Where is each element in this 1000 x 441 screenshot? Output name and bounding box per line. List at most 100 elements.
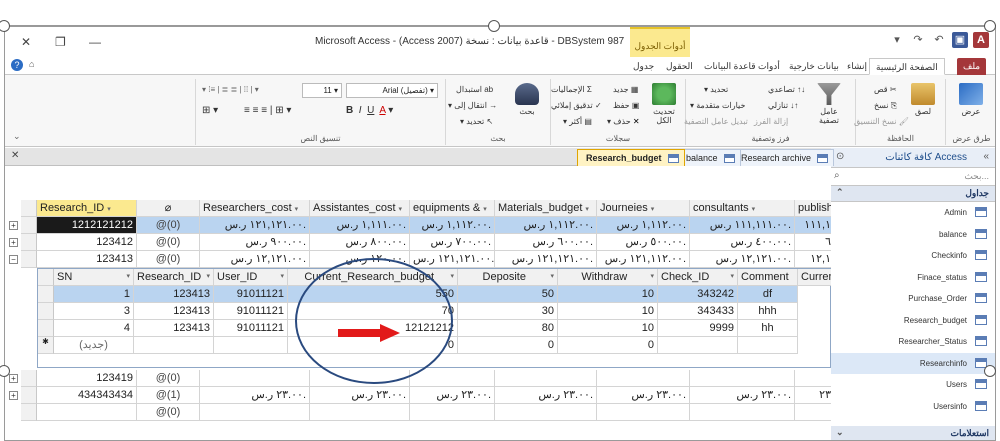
currency-cell[interactable] [597, 370, 690, 387]
tab-fields[interactable]: الحقول [660, 58, 699, 75]
paste-button[interactable]: لصق [908, 83, 938, 116]
record-selector[interactable]: ✱ [38, 337, 54, 354]
nav-item-researcher-status[interactable]: Researcher_Status [830, 331, 995, 353]
column-header[interactable]: Materials_budget ▾ [495, 200, 597, 217]
currency-cell[interactable] [495, 370, 597, 387]
column-header[interactable]: Assistantes_cost ▾ [310, 200, 410, 217]
currency-cell[interactable] [200, 404, 310, 421]
alignment-controls[interactable]: ≡ ≡ ≡ | ⊞ ▾ [244, 105, 291, 116]
attachment-cell[interactable]: @(0) [137, 370, 200, 387]
sub-table-cell[interactable]: 10 [558, 286, 658, 303]
sub-table-cell[interactable]: 9999 [658, 320, 738, 337]
record-selector[interactable] [21, 217, 37, 234]
currency-cell[interactable]: ٢٣ [795, 387, 831, 404]
column-dropdown-icon[interactable]: ▾ [450, 269, 454, 285]
minimize-icon[interactable]: — [89, 35, 101, 49]
totals-button[interactable]: الإجماليات Σ [551, 85, 592, 94]
nav-section-tables[interactable]: جداول ⌃ [830, 186, 995, 202]
currency-cell[interactable] [410, 370, 495, 387]
currency-cell[interactable] [310, 404, 410, 421]
nav-item-users[interactable]: Users [830, 374, 995, 396]
attachment-cell[interactable]: @(0) [137, 234, 200, 251]
sub-table-cell[interactable]: 80 [458, 320, 558, 337]
undo-icon[interactable]: ↶ [931, 32, 947, 48]
column-dropdown-icon[interactable]: ▾ [126, 269, 130, 285]
advanced-button[interactable]: ▾ خيارات متقدمة [690, 101, 745, 110]
nav-collapse-icon[interactable]: « [983, 151, 989, 162]
remove-sort-button[interactable]: إزالة الفرز [754, 117, 788, 126]
column-dropdown-icon[interactable]: ▾ [550, 269, 554, 285]
currency-cell[interactable] [690, 370, 795, 387]
currency-cell[interactable] [410, 404, 495, 421]
column-header[interactable]: Research_ID ▾ [37, 200, 137, 217]
save-record-button[interactable]: حفظ ▣ [613, 101, 639, 110]
restore-icon[interactable]: ❐ [55, 35, 66, 49]
sub-table-cell[interactable] [214, 337, 288, 354]
sub-table-cell[interactable]: 4 [54, 320, 134, 337]
font-size-select[interactable]: 11 ▾ [302, 83, 342, 98]
tab-file[interactable]: ملف [957, 58, 987, 75]
doc-tab-research-budget[interactable]: Research_budget [577, 149, 685, 166]
column-dropdown-icon[interactable]: ▾ [650, 269, 654, 285]
record-selector[interactable] [21, 251, 37, 268]
sub-table-cell[interactable]: 91011121 [214, 303, 288, 320]
tab-table[interactable]: جدول [627, 58, 660, 75]
research-id-cell[interactable]: 123419 [37, 370, 137, 387]
currency-cell[interactable]: ٢٣.٠٠ ر.س. [597, 387, 690, 404]
nav-section-queries[interactable]: استعلامات ⌄ [830, 426, 995, 440]
research-id-cell[interactable]: 434343434 [37, 387, 137, 404]
currency-cell[interactable]: ١٢,١٢١.٠٠ ر.س. [200, 251, 310, 268]
bold-italic-underline[interactable]: B I U A ▾ [346, 105, 393, 116]
gridlines-control[interactable]: ⊞ ▾ [202, 105, 218, 116]
column-dropdown-icon[interactable]: ▾ [295, 206, 299, 213]
column-header[interactable]: publishin [795, 200, 831, 217]
sub-select-all-corner[interactable] [38, 269, 54, 286]
sub-table-cell[interactable]: 10 [558, 320, 658, 337]
new-record-button[interactable]: جديد ▦ [613, 85, 638, 94]
currency-cell[interactable]: ١٢١,١٢١.٠٠ ر.س. [410, 251, 495, 268]
nav-item-checkinfo[interactable]: Checkinfo [830, 245, 995, 267]
tab-external-data[interactable]: بيانات خارجية [783, 58, 845, 75]
sub-column-header[interactable]: Withdraw ▾ [558, 269, 658, 286]
record-selector[interactable] [38, 286, 54, 303]
sub-table-cell[interactable]: 3 [54, 303, 134, 320]
close-document-icon[interactable]: ✕ [11, 150, 19, 161]
currency-cell[interactable]: ٤٠٠.٠٠ ر.س. [690, 234, 795, 251]
redo-icon[interactable]: ↷ [910, 32, 926, 48]
sub-table-cell[interactable] [738, 337, 798, 354]
currency-cell[interactable]: ٨٠٠.٠٠ ر.س. [310, 234, 410, 251]
nav-menu-icon[interactable]: ⊙ [836, 151, 844, 162]
sub-table-cell[interactable]: hh [738, 320, 798, 337]
sub-table-cell[interactable] [658, 337, 738, 354]
currency-cell[interactable] [597, 404, 690, 421]
save-icon[interactable]: ▣ [952, 32, 968, 48]
currency-cell[interactable]: ٢٣.٠٠ ر.س. [200, 387, 310, 404]
column-header[interactable]: ⌀ [137, 200, 200, 217]
help-icon[interactable]: ? [11, 59, 23, 71]
selection-button[interactable]: ▾ تحديد [704, 85, 728, 94]
expand-row-icon[interactable]: + [9, 391, 18, 400]
currency-cell[interactable]: ٢٣.٠٠ ر.س. [495, 387, 597, 404]
currency-cell[interactable]: ٦ [795, 234, 831, 251]
research-id-cell[interactable]: 123413 [37, 251, 137, 268]
expand-row-icon[interactable]: + [9, 374, 18, 383]
currency-cell[interactable] [690, 404, 795, 421]
currency-cell[interactable]: ٢٣.٠٠ ر.س. [690, 387, 795, 404]
currency-cell[interactable]: ١١١,١١١.٠٠ ر.س. [690, 217, 795, 234]
column-dropdown-icon[interactable]: ▾ [399, 206, 403, 213]
research-id-cell[interactable] [37, 404, 137, 421]
column-header[interactable]: Researchers_cost ▾ [200, 200, 310, 217]
record-selector[interactable] [21, 234, 37, 251]
attachment-cell[interactable]: @(0) [137, 251, 200, 268]
currency-cell[interactable]: ٩٠٠.٠٠ ر.س. [200, 234, 310, 251]
table-header-row[interactable]: Research_ID ▾ ⌀ Researchers_cost ▾ Assistante… [5, 200, 831, 217]
collapse-row-icon[interactable]: − [9, 255, 18, 264]
currency-cell[interactable]: ١١١,١ [795, 217, 831, 234]
select-all-corner[interactable] [21, 200, 37, 217]
column-dropdown-icon[interactable]: ▾ [752, 206, 756, 213]
sub-table-cell[interactable]: 91011121 [214, 320, 288, 337]
tab-home[interactable]: الصفحة الرئيسية [869, 58, 945, 75]
sub-column-header[interactable]: Research_ID ▾ [134, 269, 214, 286]
view-button[interactable]: عرض [956, 83, 986, 116]
sub-table-cell[interactable]: (جديد) [54, 337, 134, 354]
